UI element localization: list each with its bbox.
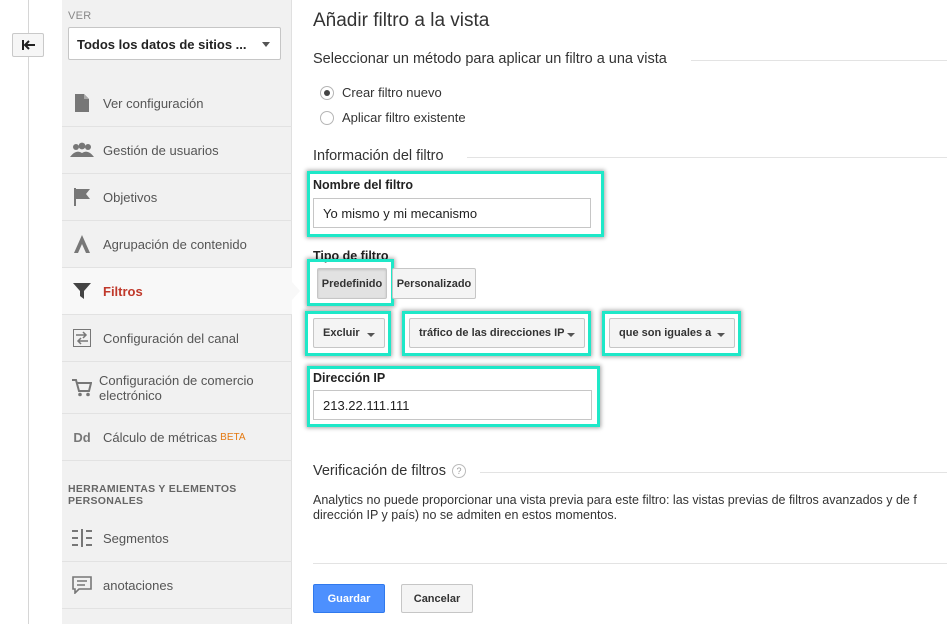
radio-label: Crear filtro nuevo — [342, 85, 442, 100]
page-title: Añadir filtro a la vista — [313, 10, 490, 31]
rail-line — [28, 0, 29, 624]
custom-button[interactable]: Personalizado — [392, 268, 476, 299]
main-content: Añadir filtro a la vista Seleccionar un … — [305, 0, 947, 624]
nav-label: Objetivos — [103, 189, 158, 205]
nav-item-filters[interactable]: Filtros — [62, 268, 300, 315]
nav-item-user-management[interactable]: Gestión de usuarios — [62, 127, 292, 174]
preview-unavailable-note: Analytics no puede proporcionar una vist… — [313, 493, 947, 523]
radio-label: Aplicar filtro existente — [342, 110, 466, 125]
content-grouping-icon — [68, 234, 96, 254]
left-rail — [0, 0, 62, 624]
nav-item-content-grouping[interactable]: Agrupación de contenido — [62, 221, 292, 268]
save-button[interactable]: Guardar — [313, 584, 385, 613]
ip-address-label: Dirección IP — [313, 371, 386, 385]
view-select[interactable]: Todos los datos de sitios ... — [68, 27, 281, 60]
section-divider — [467, 157, 947, 158]
nav-item-goals[interactable]: Objetivos — [62, 174, 292, 221]
nav-label: Cálculo de métricas — [103, 429, 218, 445]
filter-name-label: Nombre del filtro — [313, 178, 414, 192]
nav-label: Filtros — [103, 283, 143, 299]
section-divider — [480, 472, 947, 473]
chevron-down-icon — [717, 333, 725, 337]
personal-tools-header: HERRAMIENTAS Y ELEMENTOS PERSONALES — [68, 483, 237, 507]
note-line: dirección IP y país) no se admiten en es… — [313, 508, 618, 522]
nav-label: Agrupación de contenido — [103, 236, 247, 252]
back-arrow-icon — [22, 40, 35, 50]
segments-icon — [68, 528, 96, 548]
nav-item-annotations[interactable]: anotaciones — [62, 562, 292, 609]
source-dropdown[interactable]: tráfico de las direcciones IP — [409, 318, 585, 348]
predefined-button[interactable]: Predefinido — [317, 268, 387, 299]
radio-button[interactable] — [320, 110, 334, 125]
annotations-icon — [68, 575, 96, 595]
nav-item-ecommerce-settings[interactable]: Configuración de comercio electrónico — [62, 362, 292, 414]
chevron-down-icon — [367, 333, 375, 337]
dd-icon: Dd — [73, 429, 91, 445]
action-dropdown[interactable]: Excluir — [313, 318, 385, 348]
nav-label: anotaciones — [103, 577, 174, 593]
nav-item-calculated-metrics[interactable]: Dd Cálculo de métricas BETA — [62, 414, 292, 461]
method-section-title: Seleccionar un método para aplicar un fi… — [313, 51, 667, 67]
nav-item-channel-settings[interactable]: Configuración del canal — [62, 315, 292, 362]
filter-name-input[interactable]: Yo mismo y mi mecanismo — [313, 198, 591, 228]
cart-icon — [68, 378, 96, 398]
personal-tools-nav: Segmentos anotaciones — [62, 515, 292, 609]
page: VER Todos los datos de sitios ... Ver co… — [0, 0, 947, 624]
view-label: VER — [68, 10, 92, 22]
verify-section-title: Verificación de filtros? — [313, 463, 466, 479]
expression-dropdown-value: que son iguales a — [619, 327, 712, 339]
filter-icon — [68, 281, 96, 301]
nav-label: Configuración del canal — [103, 330, 239, 346]
radio-apply-existing[interactable]: Aplicar filtro existente — [320, 110, 466, 125]
section-divider — [691, 60, 947, 61]
footer-divider — [313, 563, 947, 564]
nav-label: Gestión de usuarios — [103, 142, 219, 158]
back-button[interactable] — [12, 33, 44, 57]
radio-button-checked[interactable] — [320, 85, 334, 100]
radio-create-new[interactable]: Crear filtro nuevo — [320, 85, 442, 100]
flag-icon — [68, 187, 96, 207]
nav-item-view-settings[interactable]: Ver configuración — [62, 80, 292, 127]
nav-label: Ver configuración — [103, 95, 204, 111]
chevron-down-icon — [567, 333, 575, 337]
note-line: Analytics no puede proporcionar una vist… — [313, 493, 917, 507]
info-section-title: Información del filtro — [313, 148, 444, 164]
source-dropdown-value: tráfico de las direcciones IP — [419, 327, 565, 339]
sidebar: VER Todos los datos de sitios ... Ver co… — [62, 0, 300, 624]
help-icon[interactable]: ? — [451, 464, 466, 479]
beta-badge: BETA — [220, 431, 246, 443]
cancel-button[interactable]: Cancelar — [401, 584, 473, 613]
admin-nav: Ver configuración Gestión de usuarios Ob… — [62, 80, 300, 461]
verify-section-label: Verificación de filtros — [313, 463, 446, 479]
ip-address-input[interactable]: 213.22.111.111 — [313, 390, 592, 420]
nav-label: Configuración de comercio electrónico — [99, 372, 254, 403]
view-select-value: Todos los datos de sitios ... — [77, 37, 247, 52]
nav-label: Segmentos — [103, 530, 169, 546]
expression-dropdown[interactable]: que son iguales a — [609, 318, 735, 348]
nav-item-segments[interactable]: Segmentos — [62, 515, 292, 562]
users-icon — [68, 140, 96, 160]
document-icon — [68, 93, 96, 113]
chevron-down-icon — [262, 42, 270, 47]
action-dropdown-value: Excluir — [323, 327, 360, 339]
channel-settings-icon — [68, 328, 96, 348]
